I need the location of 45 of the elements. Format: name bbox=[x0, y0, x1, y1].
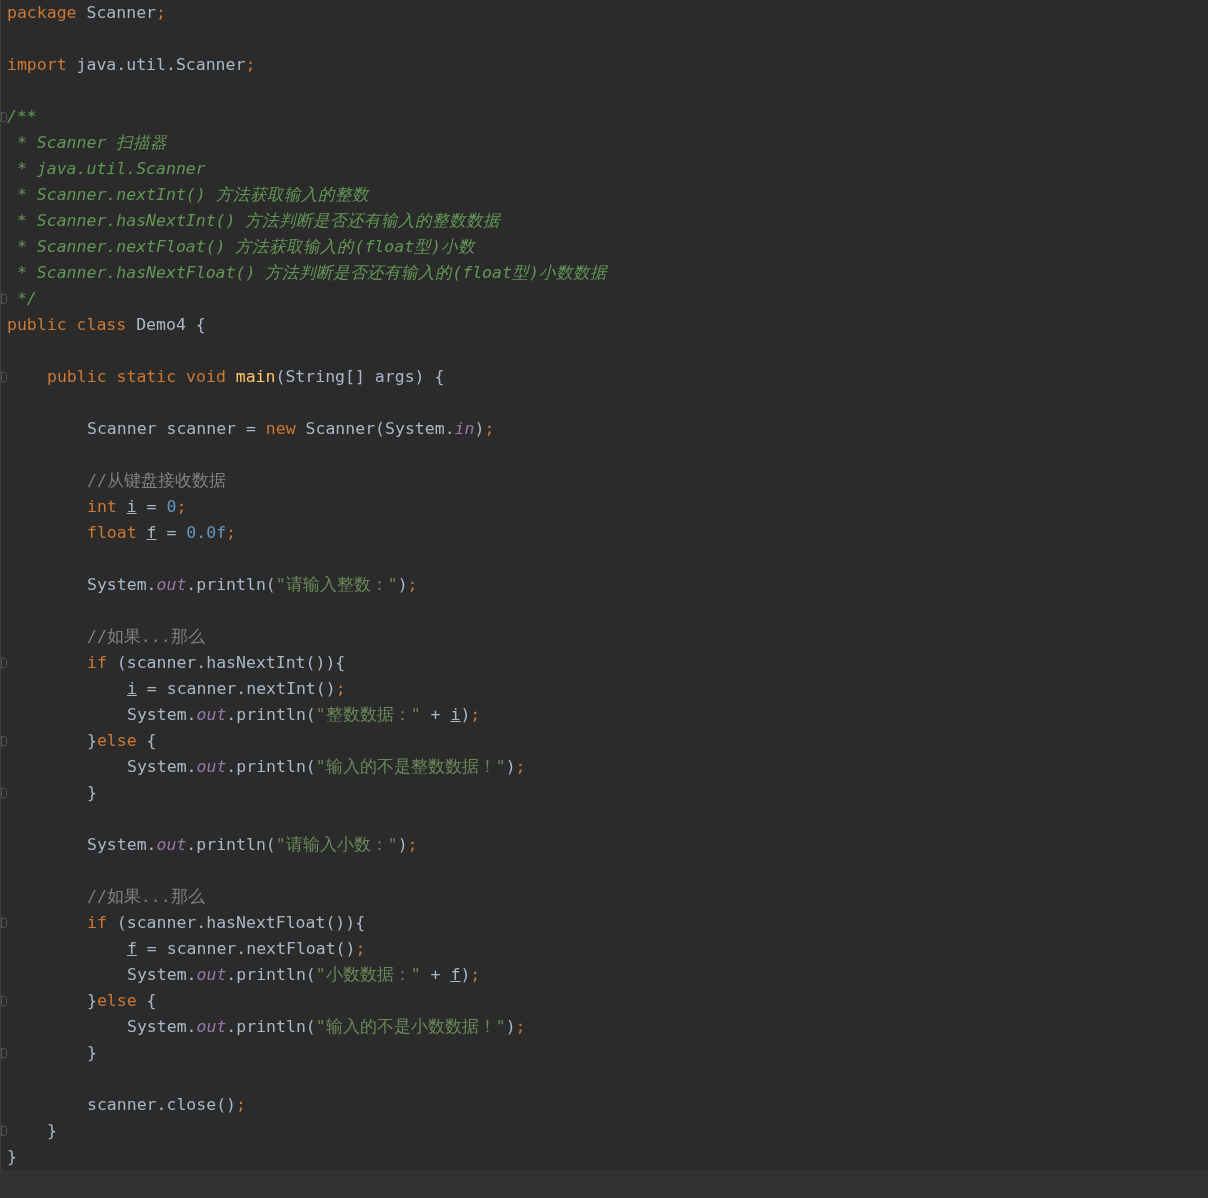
fold-marker-icon[interactable] bbox=[1, 371, 7, 383]
code-line: public class Demo4 { bbox=[7, 314, 206, 336]
code-line: } bbox=[87, 782, 97, 804]
code-line: * Scanner.nextFloat() 方法获取输入的(float型)小数 bbox=[15, 236, 475, 258]
code-line: //如果...那么 bbox=[87, 626, 205, 648]
code-line: float f = 0.0f; bbox=[87, 522, 237, 544]
fold-marker-icon[interactable] bbox=[1, 735, 7, 747]
fold-marker-icon[interactable] bbox=[1, 293, 7, 305]
code-line: System.out.println("输入的不是整数数据！"); bbox=[127, 756, 526, 778]
code-line: } bbox=[87, 1042, 97, 1064]
code-line: System.out.println("整数数据：" + i); bbox=[127, 704, 481, 726]
code-line: if (scanner.hasNextFloat()){ bbox=[87, 912, 366, 934]
code-line: package Scanner; bbox=[7, 2, 166, 24]
fold-marker-icon[interactable] bbox=[1, 995, 7, 1007]
code-line: int i = 0; bbox=[87, 496, 187, 518]
code-line: Scanner scanner = new Scanner(System.in); bbox=[87, 418, 495, 440]
code-line: System.out.println("请输入小数："); bbox=[87, 834, 418, 856]
code-line: * Scanner 扫描器 bbox=[15, 132, 168, 154]
code-line: }else { bbox=[87, 990, 157, 1012]
code-line: scanner.close(); bbox=[87, 1094, 246, 1116]
code-line: * Scanner.hasNextFloat() 方法判断是否还有输入的(float型)小数数据 bbox=[15, 262, 607, 284]
fold-marker-icon[interactable] bbox=[1, 787, 7, 799]
code-line: */ bbox=[15, 288, 37, 310]
code-line: } bbox=[7, 1146, 17, 1168]
fold-marker-icon[interactable] bbox=[1, 111, 7, 123]
code-line: public static void main(String[] args) { bbox=[47, 366, 445, 388]
fold-marker-icon[interactable] bbox=[1, 917, 7, 929]
code-line: //从键盘接收数据 bbox=[87, 470, 226, 492]
code-line: System.out.println("小数数据：" + f); bbox=[127, 964, 481, 986]
code-line: * java.util.Scanner bbox=[15, 158, 206, 180]
code-line: import java.util.Scanner; bbox=[7, 54, 256, 76]
code-line: }else { bbox=[87, 730, 157, 752]
code-line: } bbox=[47, 1120, 57, 1142]
code-line: * Scanner.hasNextInt() 方法判断是否还有输入的整数数据 bbox=[15, 210, 501, 232]
fold-marker-icon[interactable] bbox=[1, 657, 7, 669]
code-line: if (scanner.hasNextInt()){ bbox=[87, 652, 346, 674]
code-line: System.out.println("请输入整数："); bbox=[87, 574, 418, 596]
code-line: f = scanner.nextFloat(); bbox=[127, 938, 366, 960]
code-line: /** bbox=[7, 106, 37, 128]
code-line: i = scanner.nextInt(); bbox=[127, 678, 346, 700]
code-line: * Scanner.nextInt() 方法获取输入的整数 bbox=[15, 184, 369, 206]
fold-marker-icon[interactable] bbox=[1, 1125, 7, 1137]
fold-marker-icon[interactable] bbox=[1, 1047, 7, 1059]
code-line: //如果...那么 bbox=[87, 886, 205, 908]
code-line: System.out.println("输入的不是小数数据！"); bbox=[127, 1016, 526, 1038]
